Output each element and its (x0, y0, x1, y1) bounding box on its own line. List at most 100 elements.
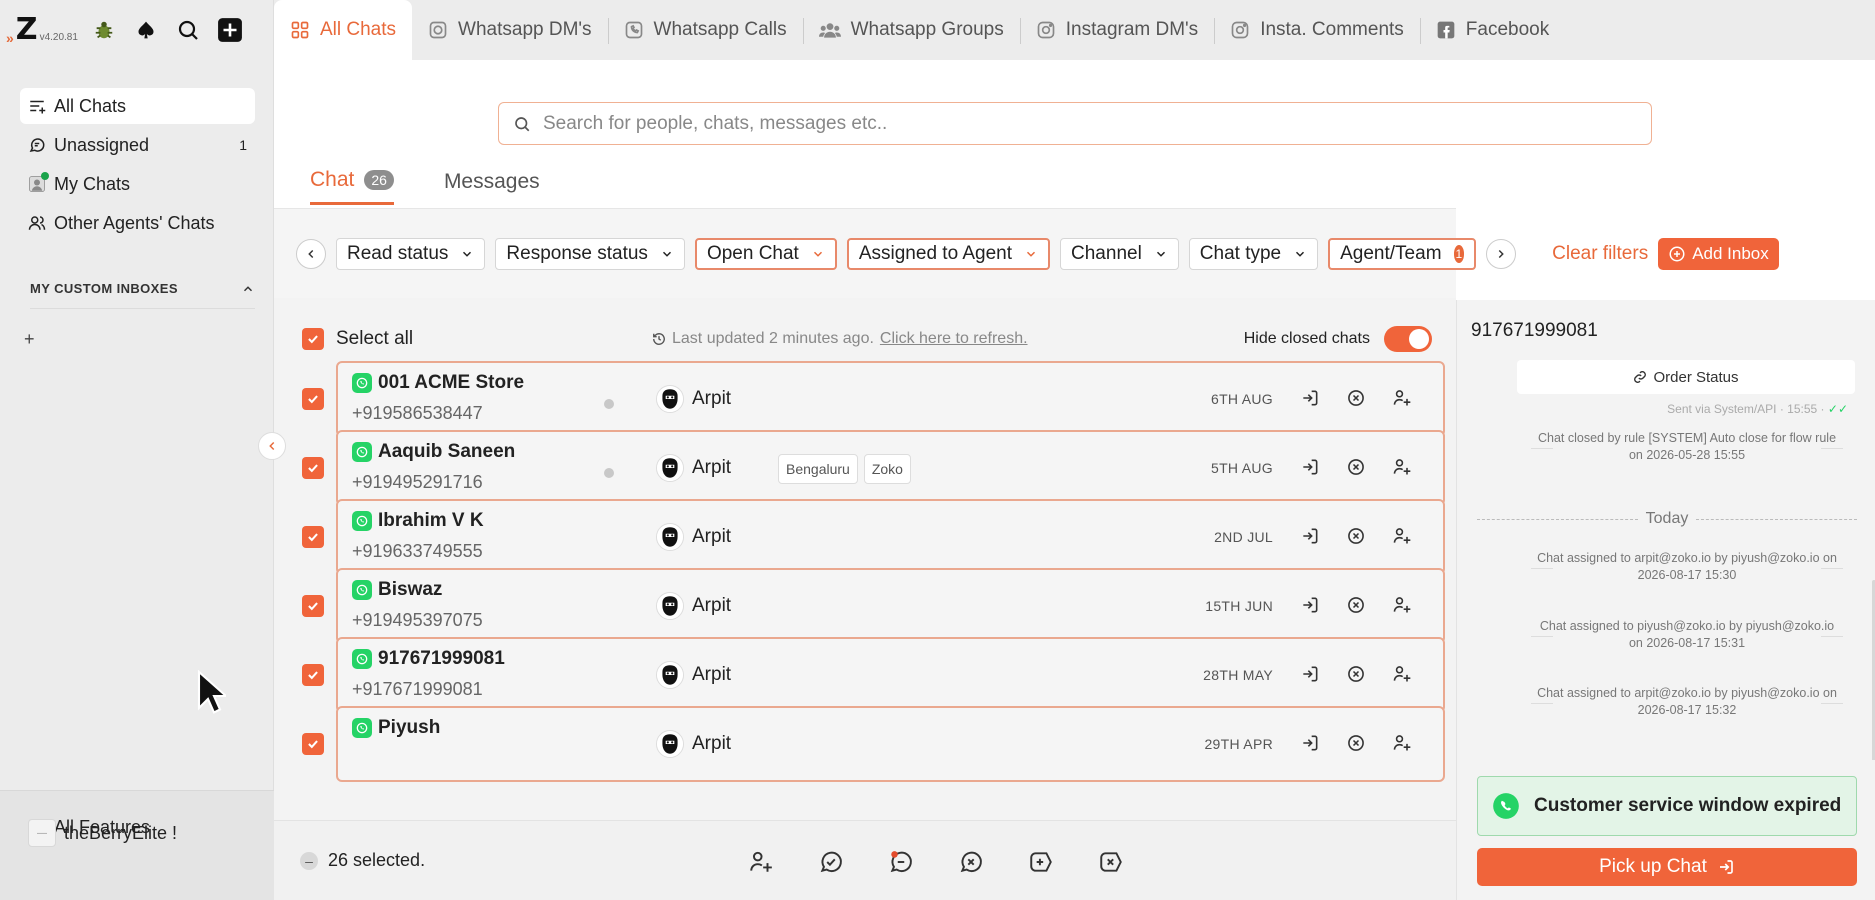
hide-closed-toggle[interactable] (1384, 326, 1432, 352)
assign-chat-icon[interactable] (1299, 594, 1321, 616)
chat-card[interactable]: Aaquib Saneen +919495291716 Arpit Bengaluru… (336, 430, 1445, 506)
add-inbox-button[interactable]: Add Inbox (1658, 237, 1779, 270)
tab-chat[interactable]: Chat 26 (310, 168, 394, 205)
row-checkbox[interactable] (302, 664, 324, 686)
close-chat-icon[interactable] (1345, 594, 1367, 616)
tab-insta-comments[interactable]: Insta. Comments (1214, 0, 1420, 60)
order-status-button[interactable]: Order Status (1517, 360, 1855, 394)
tab-facebook[interactable]: Facebook (1419, 0, 1565, 60)
chat-tag[interactable]: Bengaluru (778, 454, 858, 484)
close-chat-icon[interactable] (1345, 387, 1367, 409)
search-icon[interactable] (172, 14, 204, 46)
filters-scroll-right-button[interactable] (1486, 238, 1517, 269)
bulk-mark-read-icon[interactable] (818, 849, 844, 875)
add-agent-icon[interactable] (1391, 732, 1413, 754)
assign-chat-icon[interactable] (1299, 525, 1321, 547)
filter-label: Assigned to Agent (858, 242, 1013, 264)
clear-filters-link[interactable]: Clear filters (1552, 243, 1648, 265)
row-checkbox[interactable] (302, 388, 324, 410)
channel-filter[interactable]: Channel (1060, 237, 1179, 270)
close-chat-icon[interactable] (1345, 732, 1367, 754)
spade-icon[interactable] (130, 14, 162, 46)
bulk-assign-icon[interactable] (748, 849, 774, 875)
add-agent-icon[interactable] (1391, 387, 1413, 409)
read-status-filter[interactable]: Read status (336, 237, 486, 270)
deselect-button[interactable]: – (300, 851, 318, 870)
filters-scroll-left-button[interactable] (296, 238, 326, 269)
bulk-close-icon[interactable] (958, 849, 984, 875)
new-chat-icon[interactable] (214, 14, 246, 46)
date-divider-label: Today (1645, 510, 1689, 527)
tab-label: Whatsapp Calls (653, 19, 787, 40)
sidebar-item-all-chats[interactable]: All Chats (20, 88, 255, 124)
table-row[interactable]: 001 ACME Store +919586538447 Arpit 6TH AUG (302, 361, 1452, 437)
agent-avatar (656, 385, 684, 413)
chat-card[interactable]: 001 ACME Store +919586538447 Arpit 6TH AUG (336, 361, 1445, 437)
tab-whatsapp-groups[interactable]: Whatsapp Groups (802, 0, 1020, 60)
agent-avatar (656, 661, 684, 689)
add-agent-icon[interactable] (1391, 663, 1413, 685)
sidebar-item-my-chats[interactable]: My Chats (20, 166, 255, 202)
assign-chat-icon[interactable] (1299, 663, 1321, 685)
collapse-sidebar-button[interactable] (258, 432, 286, 460)
agent-avatar (656, 454, 684, 482)
bug-icon[interactable] (88, 14, 120, 46)
system-message-assign: Chat assigned to arpit@zoko.io by piyush… (1531, 686, 1843, 717)
tab-whatsapp-dms[interactable]: Whatsapp DM's (412, 0, 608, 60)
whatsapp-icon (352, 373, 372, 393)
contact-name-line: Piyush (352, 717, 440, 739)
agent-name: Arpit (692, 388, 732, 409)
close-chat-icon[interactable] (1345, 525, 1367, 547)
tab-messages[interactable]: Messages (444, 168, 540, 205)
bulk-remove-tag-icon[interactable] (1098, 849, 1124, 875)
bulk-mark-unread-icon[interactable] (888, 849, 914, 875)
chevron-up-icon (243, 285, 253, 291)
select-all-checkbox[interactable] (302, 328, 324, 350)
response-status-filter[interactable]: Response status (495, 237, 685, 270)
close-chat-icon[interactable] (1345, 456, 1367, 478)
row-checkbox[interactable] (302, 526, 324, 548)
table-row[interactable]: Biswaz +919495397075 Arpit 15TH JUN (302, 568, 1452, 644)
chat-tag[interactable]: Zoko (863, 454, 911, 484)
chat-card[interactable]: 917671999081 +917671999081 Arpit 28TH MAY (336, 637, 1445, 713)
table-row[interactable]: Aaquib Saneen +919495291716 Arpit Bengaluru… (302, 430, 1452, 506)
chat-card[interactable]: Biswaz +919495397075 Arpit 15TH JUN (336, 568, 1445, 644)
table-row[interactable]: 917671999081 +917671999081 Arpit 28TH MAY (302, 637, 1452, 713)
check-icon (308, 395, 318, 404)
tab-all-chats[interactable]: All Chats (274, 0, 413, 60)
search-input[interactable] (543, 112, 1637, 135)
table-row[interactable]: Piyush Arpit 29TH APR (302, 706, 1452, 782)
chat-card[interactable]: Ibrahim V K +919633749555 Arpit 2ND JUL (336, 499, 1445, 575)
assign-chat-icon[interactable] (1299, 732, 1321, 754)
contact-name: 917671999081 (378, 648, 505, 669)
assign-chat-icon[interactable] (1299, 387, 1321, 409)
row-checkbox[interactable] (302, 457, 324, 479)
add-agent-icon[interactable] (1391, 456, 1413, 478)
sidebar-item-unassigned[interactable]: Unassigned 1 (20, 127, 255, 163)
row-checkbox[interactable] (302, 733, 324, 755)
tab-whatsapp-calls[interactable]: Whatsapp Calls (607, 0, 803, 60)
add-agent-icon[interactable] (1391, 525, 1413, 547)
sidebar-item-label: My Chats (54, 173, 131, 194)
bulk-add-tag-icon[interactable] (1028, 849, 1054, 875)
add-agent-icon[interactable] (1391, 594, 1413, 616)
open-chat-filter[interactable]: Open Chat (694, 237, 837, 270)
app-version: v4.20.81 (39, 32, 78, 43)
sidebar-item-other-agents[interactable]: Other Agents' Chats (20, 205, 255, 241)
tab-instagram-dms[interactable]: Instagram DM's (1019, 0, 1214, 60)
table-row[interactable]: Ibrahim V K +919633749555 Arpit 2ND JUL (302, 499, 1452, 575)
expand-chevron-icon: » (6, 30, 14, 46)
chat-card[interactable]: Piyush Arpit 29TH APR (336, 706, 1445, 782)
chat-list: Select all Last updated 2 minutes ago. C… (274, 298, 1456, 820)
add-inbox-plus-button[interactable]: + (24, 329, 273, 350)
pick-up-chat-button[interactable]: Pick up Chat (1477, 848, 1857, 886)
chat-type-filter[interactable]: Chat type (1188, 237, 1319, 270)
assigned-to-agent-filter[interactable]: Assigned to Agent (846, 237, 1051, 270)
zoko-logo[interactable]: » Z v4.20.81 (6, 15, 78, 46)
close-chat-icon[interactable] (1345, 663, 1367, 685)
refresh-link[interactable]: Click here to refresh. (880, 330, 1028, 348)
row-checkbox[interactable] (302, 595, 324, 617)
custom-inboxes-header[interactable]: MY CUSTOM INBOXES (30, 281, 255, 309)
agent-team-filter[interactable]: Agent/Team 1 (1328, 237, 1477, 270)
assign-chat-icon[interactable] (1299, 456, 1321, 478)
